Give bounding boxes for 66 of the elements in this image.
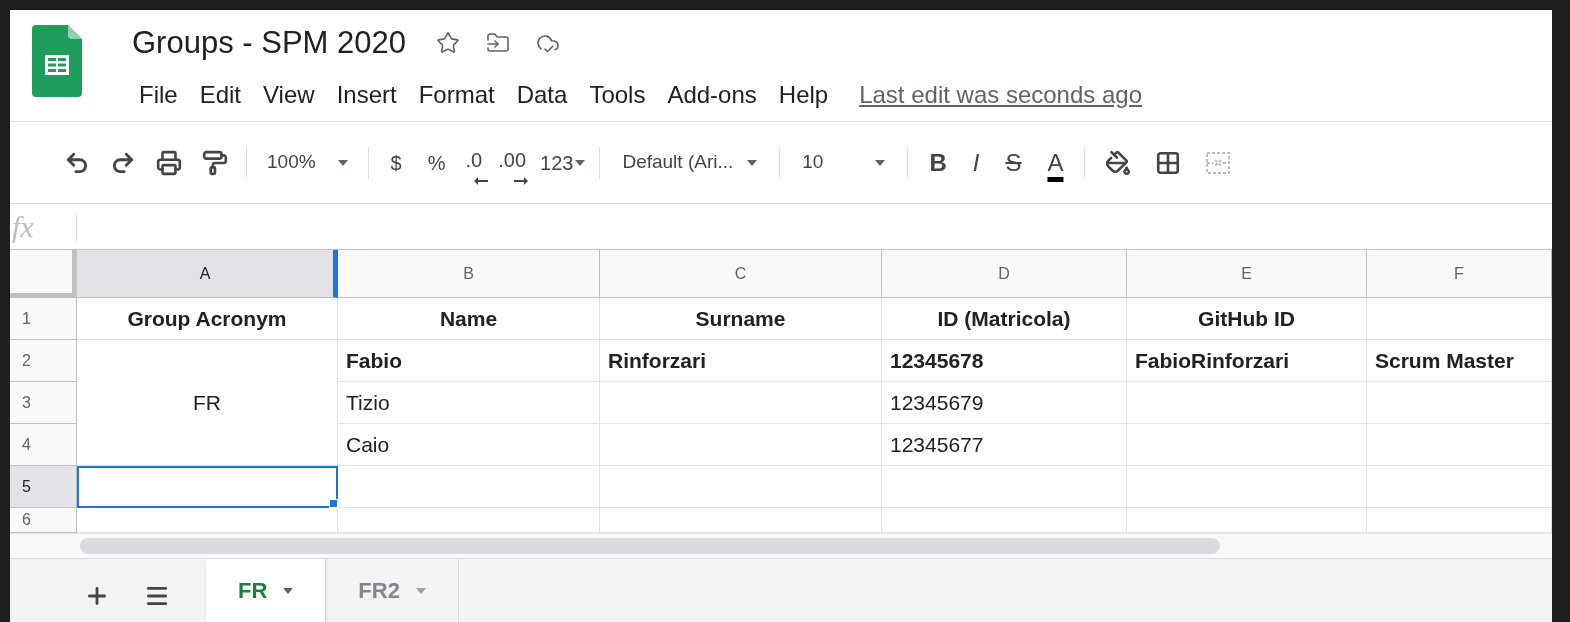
table-cell[interactable]: Name: [338, 298, 600, 340]
format-button[interactable]: A: [1034, 144, 1077, 181]
format-button[interactable]: S: [992, 144, 1035, 181]
table-cell[interactable]: Rinforzari: [600, 340, 882, 382]
menu-item[interactable]: Insert: [325, 74, 408, 115]
table-cell[interactable]: 12345679: [882, 382, 1127, 424]
format-button[interactable]: I: [959, 144, 993, 181]
row-number[interactable]: 1: [10, 298, 77, 340]
table-cell[interactable]: Tizio: [338, 382, 600, 424]
caret-icon: [747, 159, 758, 166]
currency-button[interactable]: $: [376, 147, 416, 178]
row-number[interactable]: 2: [10, 340, 77, 382]
table-cell[interactable]: ID (Matricola): [882, 298, 1127, 340]
table-cell[interactable]: 12345678: [882, 340, 1127, 382]
grid-icon[interactable]: [1155, 149, 1182, 176]
column-header[interactable]: D: [882, 250, 1127, 298]
row-number[interactable]: 3: [10, 382, 77, 424]
table-cell[interactable]: FR: [77, 340, 338, 466]
menu-item[interactable]: Data: [505, 74, 579, 115]
horizontal-scrollbar[interactable]: [80, 538, 1220, 554]
menu-item[interactable]: File: [128, 74, 189, 115]
row-number[interactable]: 4: [10, 424, 77, 466]
table-cell[interactable]: Group Acronym: [77, 298, 338, 340]
caret-icon: [283, 587, 294, 594]
select-all-corner[interactable]: [10, 250, 77, 298]
caret-icon: [337, 159, 348, 166]
menu-item[interactable]: Format: [407, 74, 506, 115]
format-button[interactable]: B: [916, 144, 960, 181]
merge-cells-icon[interactable]: [1205, 150, 1232, 175]
table-cell[interactable]: Surname: [600, 298, 882, 340]
menu-item[interactable]: Edit: [188, 74, 253, 115]
menu-item[interactable]: Tools: [578, 74, 657, 115]
caret-icon: [875, 159, 886, 166]
last-edit-link[interactable]: Last edit was seconds ago: [859, 76, 1142, 113]
paint-bucket-icon[interactable]: [1105, 149, 1132, 176]
document-title[interactable]: Groups - SPM 2020: [128, 20, 410, 67]
caret-icon: [575, 159, 586, 166]
menu-item[interactable]: Help: [767, 74, 840, 115]
row-number[interactable]: 5: [10, 466, 77, 508]
table-cell[interactable]: Scrum Master: [1367, 340, 1552, 382]
number-format-dropdown[interactable]: 123: [534, 147, 592, 178]
percent-button[interactable]: %: [415, 147, 458, 178]
caret-icon: [415, 587, 426, 594]
column-header[interactable]: B: [338, 250, 600, 298]
menu-item[interactable]: Add-ons: [656, 74, 768, 115]
row-number[interactable]: 6: [10, 508, 77, 533]
star-icon[interactable]: [435, 31, 460, 56]
column-header[interactable]: A: [77, 250, 338, 298]
formula-label: fx: [11, 209, 35, 245]
spreadsheet-logo-icon[interactable]: [32, 25, 82, 97]
print-icon[interactable]: [156, 149, 182, 176]
font-size-dropdown[interactable]: 10: [788, 148, 900, 177]
column-header[interactable]: E: [1127, 250, 1367, 298]
fill-handle[interactable]: [329, 499, 338, 508]
table-cell[interactable]: FabioRinforzari: [1127, 340, 1367, 382]
column-header[interactable]: C: [600, 250, 882, 298]
font-dropdown[interactable]: Default (Ari...: [608, 148, 772, 177]
table-cell[interactable]: Fabio: [338, 340, 600, 382]
paint-format-icon[interactable]: [202, 149, 228, 176]
table-cell[interactable]: 12345677: [882, 424, 1127, 466]
table-cell[interactable]: GitHub ID: [1127, 298, 1367, 340]
sheet-tab[interactable]: FR: [206, 559, 327, 622]
zoom-dropdown[interactable]: 100%: [255, 148, 360, 177]
table-cell[interactable]: Caio: [338, 424, 600, 466]
column-header[interactable]: F: [1367, 250, 1552, 298]
menu-item[interactable]: View: [252, 74, 326, 115]
